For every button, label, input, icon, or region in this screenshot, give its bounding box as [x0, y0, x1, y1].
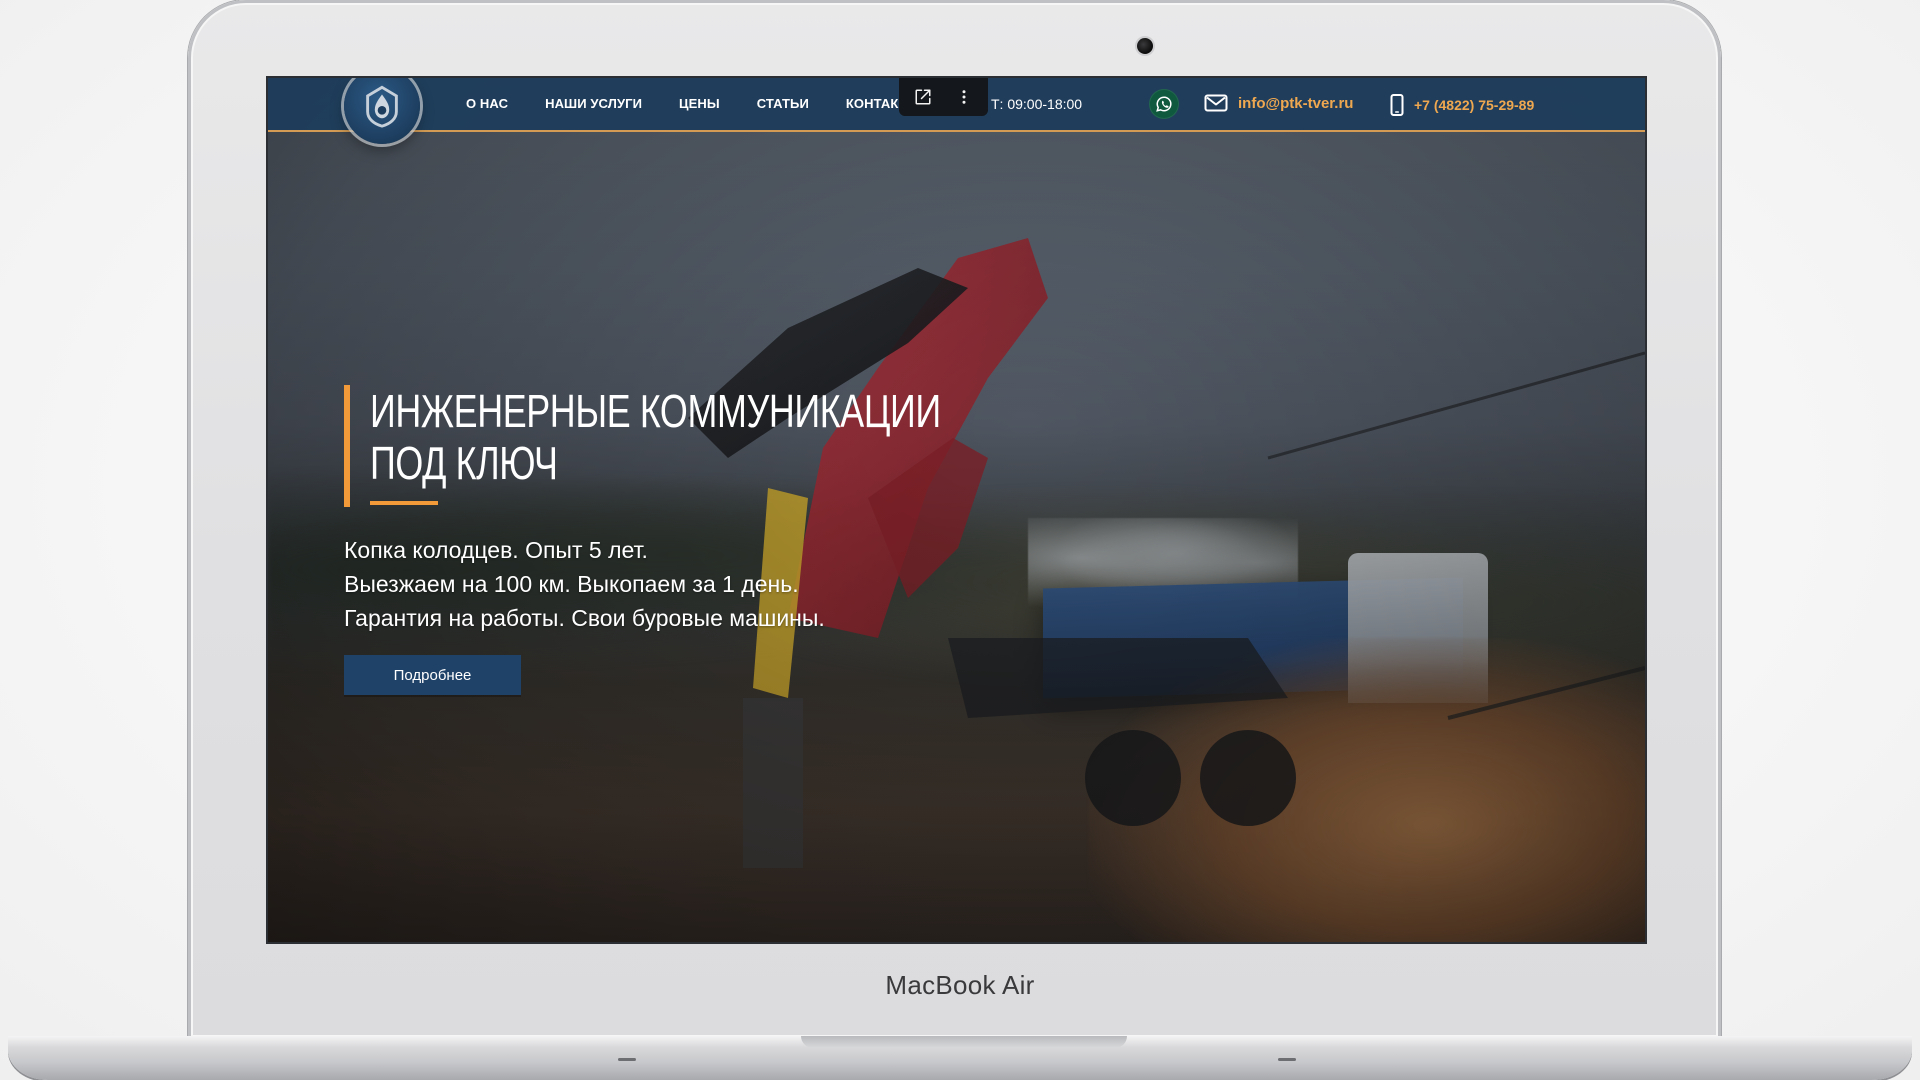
hero-line-1: Копка колодцев. Опыт 5 лет.: [344, 537, 648, 563]
nav-item-services[interactable]: НАШИ УСЛУГИ: [545, 94, 642, 114]
more-vertical-icon: [962, 90, 966, 104]
whatsapp-icon: [1156, 96, 1172, 112]
mockup-stage: О НАС НАШИ УСЛУГИ ЦЕНЫ СТАТЬИ КОНТАК Т: …: [0, 0, 1920, 1080]
laptop-base: [8, 1036, 1912, 1080]
hero-line-3: Гарантия на работы. Свои буровые машины.: [344, 605, 825, 631]
learn-more-button[interactable]: Подробнее: [344, 655, 521, 695]
company-logo-icon: [366, 85, 398, 128]
title-underline: [370, 501, 438, 505]
hero-title: ИНЖЕНЕРНЫЕ КОММУНИКАЦИИ ПОД КЛЮЧ: [370, 385, 941, 489]
hero-description: Копка колодцев. Опыт 5 лет. Выезжаем на …: [344, 533, 1044, 635]
email-address[interactable]: info@ptk-tver.ru: [1238, 95, 1353, 112]
open-external-button[interactable]: [906, 82, 940, 112]
hero-title-line-2: ПОД КЛЮЧ: [370, 437, 558, 489]
nav-item-articles[interactable]: СТАТЬИ: [757, 94, 809, 114]
nav-item-contacts[interactable]: КОНТАК: [846, 94, 898, 114]
laptop-foot-left: [618, 1058, 636, 1061]
phone-number[interactable]: +7 (4822) 75-29-89: [1414, 97, 1534, 113]
device-brand-label: MacBook Air: [885, 970, 1035, 1000]
phone-icon: [1390, 94, 1404, 116]
laptop-foot-right: [1278, 1058, 1296, 1061]
nav-item-prices[interactable]: ЦЕНЫ: [679, 94, 720, 114]
external-link-icon: [915, 89, 931, 105]
laptop-screen: О НАС НАШИ УСЛУГИ ЦЕНЫ СТАТЬИ КОНТАК Т: …: [268, 78, 1645, 942]
more-options-button[interactable]: [947, 82, 981, 112]
laptop-notch: [801, 1036, 1127, 1048]
hero-content: ИНЖЕНЕРНЫЕ КОММУНИКАЦИИ ПОД КЛЮЧ Копка к…: [344, 385, 1044, 695]
hero-title-block: ИНЖЕНЕРНЫЕ КОММУНИКАЦИИ ПОД КЛЮЧ: [344, 385, 1044, 507]
site-header: О НАС НАШИ УСЛУГИ ЦЕНЫ СТАТЬИ КОНТАК Т: …: [268, 78, 1645, 144]
nav-item-about[interactable]: О НАС: [466, 94, 508, 114]
hero-title-line-1: ИНЖЕНЕРНЫЕ КОММУНИКАЦИИ: [370, 385, 941, 437]
hero-line-2: Выезжаем на 100 км. Выкопаем за 1 день.: [344, 571, 799, 597]
work-hours: Т: 09:00-18:00: [991, 96, 1083, 112]
phone-contact[interactable]: +7 (4822) 75-29-89: [1390, 94, 1534, 116]
floating-tools-overlay: [899, 78, 988, 116]
top-navigation: О НАС НАШИ УСЛУГИ ЦЕНЫ СТАТЬИ КОНТАК: [466, 94, 898, 114]
camera: [1137, 38, 1153, 54]
whatsapp-button[interactable]: [1149, 89, 1179, 119]
title-accent-bar: [344, 385, 350, 507]
mail-icon: [1204, 94, 1228, 112]
email-contact[interactable]: info@ptk-tver.ru: [1204, 94, 1353, 112]
